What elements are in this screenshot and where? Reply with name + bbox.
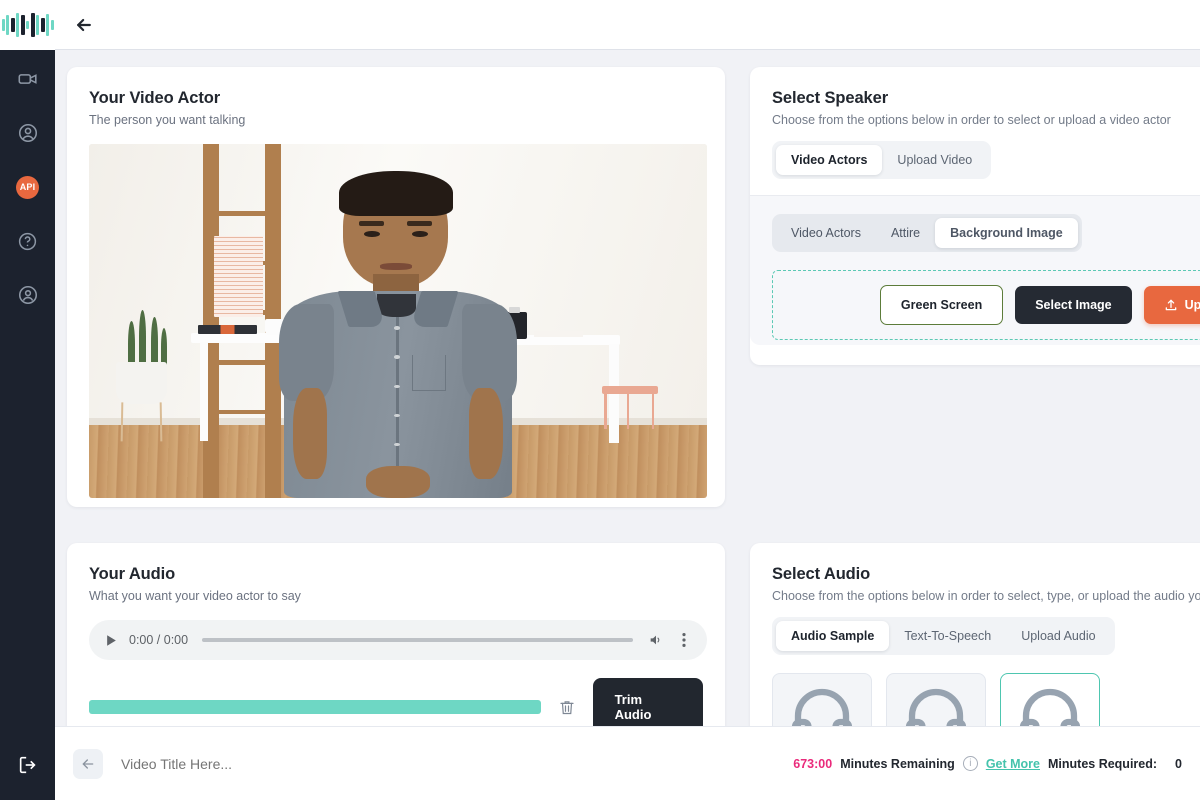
video-camera-icon [17,68,39,90]
topbar-back-button[interactable] [69,10,99,40]
subtab-attire[interactable]: Attire [876,218,935,248]
minutes-remaining-value: 673:00 [793,757,832,771]
app-logo[interactable] [0,0,55,50]
minutes-required-value: 0 [1175,757,1182,771]
bottom-bar: 673:00 Minutes Remaining i Get More Minu… [55,726,1200,800]
logout-button[interactable] [11,748,45,782]
sidebar-item-profile[interactable] [11,278,45,312]
sidebar-item-videos[interactable] [11,62,45,96]
app-root: API [0,0,1200,800]
credits-status: 673:00 Minutes Remaining i Get More Minu… [793,756,1182,771]
upload-image-button-label: Upload [1185,298,1200,312]
speaker-subtabs: Video Actors Attire Background Image [772,214,1082,252]
page-title-actor: Your Video Actor [89,89,703,108]
play-button[interactable] [103,632,119,648]
select-speaker-subtitle: Choose from the options below in order t… [772,113,1200,127]
volume-button[interactable] [647,631,665,649]
trash-icon [558,698,576,717]
profile-circle-icon [17,284,39,306]
video-title-input[interactable] [121,756,541,772]
upload-image-button[interactable]: Upload [1144,286,1200,324]
your-video-actor-card: Your Video Actor The person you want tal… [67,67,725,507]
logout-icon [17,754,39,776]
speaker-panel: Video Actors Attire Background Image Gre… [750,195,1200,345]
speaker-tabs: Video Actors Upload Video [772,141,991,179]
video-preview[interactable] [89,144,707,498]
background-image-dropzone[interactable]: Green Screen Select Image Upload [772,270,1200,340]
bottombar-back-button[interactable] [73,749,103,779]
select-speaker-card: Select Speaker Choose from the options b… [750,67,1200,365]
tab-upload-audio[interactable]: Upload Audio [1006,621,1110,651]
green-screen-button[interactable]: Green Screen [880,285,1003,325]
actor-card-subtitle: The person you want talking [89,113,703,127]
audio-player[interactable]: 0:00 / 0:00 [89,620,707,660]
subtab-background-image[interactable]: Background Image [935,218,1078,248]
volume-icon [648,632,664,648]
sidebar-bottom [0,748,55,782]
info-icon[interactable]: i [963,756,978,771]
minutes-remaining-label: Minutes Remaining [840,757,955,771]
audio-progress-slider[interactable] [202,638,633,642]
sidebar-item-api[interactable]: API [11,170,45,204]
your-audio-title: Your Audio [89,565,703,584]
api-badge: API [16,176,39,199]
select-audio-subtitle: Choose from the options below in order t… [772,589,1200,603]
tab-upload-video[interactable]: Upload Video [882,145,987,175]
tab-text-to-speech[interactable]: Text-To-Speech [889,621,1006,651]
sidebar-item-help[interactable] [11,224,45,258]
select-image-button[interactable]: Select Image [1015,286,1131,324]
minutes-required-label: Minutes Required: [1048,757,1157,771]
waveform-logo-icon [2,12,54,38]
tab-audio-sample[interactable]: Audio Sample [776,621,889,651]
subtab-video-actors[interactable]: Video Actors [776,218,876,248]
kebab-menu-icon [682,632,686,648]
top-bar [55,0,1200,50]
get-more-link[interactable]: Get More [986,757,1040,771]
play-icon [105,634,118,647]
arrow-left-icon [80,756,96,772]
audio-more-options-button[interactable] [675,631,693,649]
select-audio-tabs: Audio Sample Text-To-Speech Upload Audio [772,617,1115,655]
your-audio-subtitle: What you want your video actor to say [89,589,703,603]
select-speaker-title: Select Speaker [772,89,1200,108]
arrow-left-icon [74,15,94,35]
select-audio-title: Select Audio [772,565,1200,584]
audio-time-display: 0:00 / 0:00 [129,633,188,647]
upload-icon [1164,298,1178,312]
sidebar-item-account[interactable] [11,116,45,150]
user-circle-icon [17,122,39,144]
tab-video-actors[interactable]: Video Actors [776,145,882,175]
sidebar-nav: API [0,62,55,312]
audio-waveform[interactable] [89,700,541,714]
question-circle-icon [17,231,38,252]
delete-audio-button[interactable] [541,698,592,717]
left-sidebar: API [0,0,55,800]
main-content: Your Video Actor The person you want tal… [55,51,1200,800]
video-preview-image [89,144,707,498]
